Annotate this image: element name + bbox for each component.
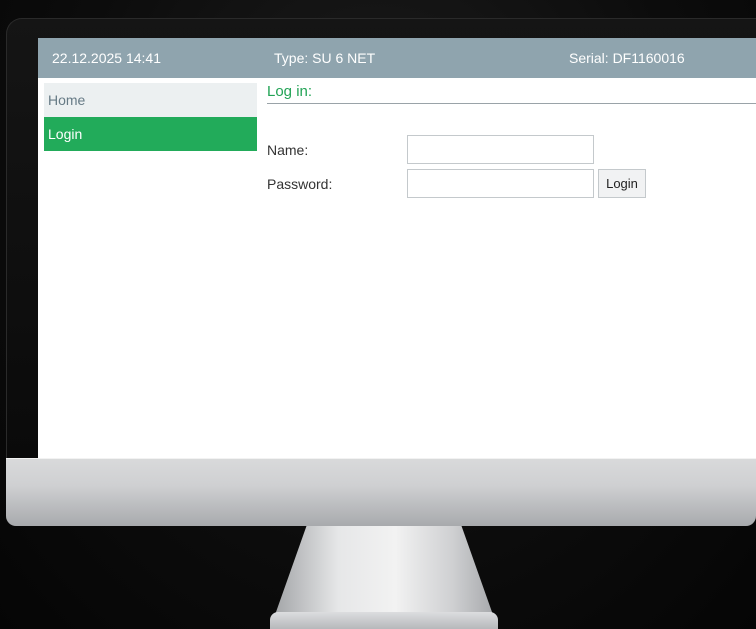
password-input[interactable]	[407, 169, 594, 198]
login-button[interactable]: Login	[598, 169, 646, 198]
device-web-ui: 22.12.2025 14:41 Type: SU 6 NET Serial: …	[38, 38, 756, 458]
name-input[interactable]	[407, 135, 594, 164]
sidebar-item-label: Home	[48, 92, 86, 108]
sidebar-item-label: Login	[48, 126, 83, 142]
login-section-title: Log in:	[267, 83, 756, 104]
monitor-chin	[6, 458, 756, 526]
header-serial-number: Serial: DF1160016	[569, 50, 685, 66]
main-content: Log in: Name: Password: Login	[267, 83, 756, 198]
header-device-type: Type: SU 6 NET	[274, 50, 376, 66]
monitor-stand-base	[270, 612, 498, 629]
sidebar-nav: Home Login	[44, 83, 257, 151]
name-label: Name:	[267, 142, 309, 158]
sidebar-item-home[interactable]: Home	[44, 83, 257, 117]
password-label: Password:	[267, 176, 333, 192]
status-header: 22.12.2025 14:41 Type: SU 6 NET Serial: …	[38, 38, 756, 78]
header-datetime: 22.12.2025 14:41	[52, 50, 161, 66]
password-row: Password: Login	[267, 169, 756, 198]
name-row: Name:	[267, 135, 756, 164]
sidebar-item-login[interactable]: Login	[44, 117, 257, 151]
